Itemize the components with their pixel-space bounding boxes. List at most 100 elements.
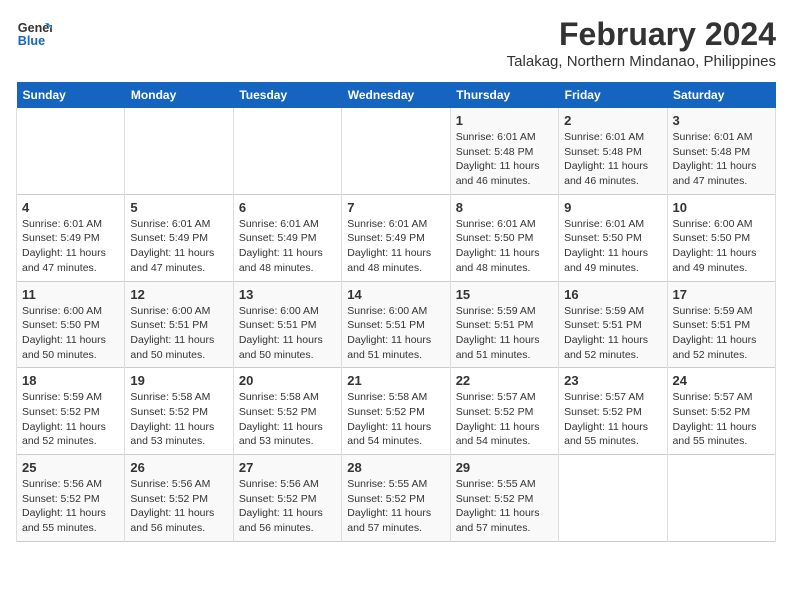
calendar-cell: 12Sunrise: 6:00 AM Sunset: 5:51 PM Dayli… — [125, 281, 233, 368]
calendar-cell: 23Sunrise: 5:57 AM Sunset: 5:52 PM Dayli… — [559, 368, 667, 455]
header-monday: Monday — [125, 82, 233, 108]
day-info: Sunrise: 5:56 AM Sunset: 5:52 PM Dayligh… — [22, 477, 119, 536]
calendar-cell: 11 Sunrise: 6:00 AM Sunset: 5:50 PM Dayli… — [17, 281, 125, 368]
calendar-cell: 3 Sunrise: 6:01 AM Sunset: 5:48 PM Daylig… — [667, 108, 775, 194]
day-info: Sunrise: 6:01 AM Sunset: 5:48 PM Dayligh… — [456, 130, 553, 189]
day-number: 4 — [22, 200, 119, 215]
calendar-cell: 25 Sunrise: 5:56 AM Sunset: 5:52 PM Dayli… — [17, 455, 125, 542]
title-block: February 2024 Talakag, Northern Mindanao… — [507, 16, 776, 70]
calendar-cell: 9 Sunrise: 6:01 AM Sunset: 5:50 PM Daylig… — [559, 194, 667, 281]
calendar-cell — [17, 108, 125, 194]
calendar-cell: 24Sunrise: 5:57 AM Sunset: 5:52 PM Dayli… — [667, 368, 775, 455]
day-number: 24 — [673, 373, 770, 388]
day-info: Sunrise: 5:59 AM Sunset: 5:51 PM Dayligh… — [456, 304, 553, 363]
page-header: General Blue February 2024 Talakag, Nort… — [16, 16, 776, 70]
calendar-cell: 20Sunrise: 5:58 AM Sunset: 5:52 PM Dayli… — [233, 368, 341, 455]
calendar-cell — [233, 108, 341, 194]
day-info: Sunrise: 6:00 AM Sunset: 5:50 PM Dayligh… — [673, 217, 770, 276]
calendar-cell: 17 Sunrise: 5:59 AM Sunset: 5:51 PM Dayli… — [667, 281, 775, 368]
day-number: 16 — [564, 287, 661, 302]
day-number: 10 — [673, 200, 770, 215]
day-number: 3 — [673, 113, 770, 128]
header-thursday: Thursday — [450, 82, 558, 108]
day-number: 7 — [347, 200, 444, 215]
day-number: 26 — [130, 460, 227, 475]
calendar-cell — [125, 108, 233, 194]
day-number: 23 — [564, 373, 661, 388]
calendar-cell: 13Sunrise: 6:00 AM Sunset: 5:51 PM Dayli… — [233, 281, 341, 368]
week-row-4: 18 Sunrise: 5:59 AM Sunset: 5:52 PM Dayli… — [17, 368, 776, 455]
day-info: Sunrise: 5:59 AM Sunset: 5:52 PM Dayligh… — [22, 390, 119, 449]
calendar-cell: 14Sunrise: 6:00 AM Sunset: 5:51 PM Dayli… — [342, 281, 450, 368]
calendar-cell: 26 Sunrise: 5:56 AM Sunset: 5:52 PM Dayli… — [125, 455, 233, 542]
day-info: Sunrise: 6:01 AM Sunset: 5:49 PM Dayligh… — [347, 217, 444, 276]
day-number: 22 — [456, 373, 553, 388]
week-row-3: 11 Sunrise: 6:00 AM Sunset: 5:50 PM Dayli… — [17, 281, 776, 368]
day-number: 18 — [22, 373, 119, 388]
day-number: 27 — [239, 460, 336, 475]
calendar-cell: 15 Sunrise: 5:59 AM Sunset: 5:51 PM Dayli… — [450, 281, 558, 368]
calendar-cell: 5Sunrise: 6:01 AM Sunset: 5:49 PM Daylig… — [125, 194, 233, 281]
header-wednesday: Wednesday — [342, 82, 450, 108]
day-info: Sunrise: 5:56 AM Sunset: 5:52 PM Dayligh… — [239, 477, 336, 536]
header-sunday: Sunday — [17, 82, 125, 108]
calendar-cell: 8 Sunrise: 6:01 AM Sunset: 5:50 PM Daylig… — [450, 194, 558, 281]
calendar-cell: 16 Sunrise: 5:59 AM Sunset: 5:51 PM Dayli… — [559, 281, 667, 368]
header-tuesday: Tuesday — [233, 82, 341, 108]
day-number: 11 — [22, 287, 119, 302]
header-friday: Friday — [559, 82, 667, 108]
day-number: 19 — [130, 373, 227, 388]
logo: General Blue — [16, 16, 52, 52]
calendar-cell — [667, 455, 775, 542]
header-saturday: Saturday — [667, 82, 775, 108]
day-info: Sunrise: 6:00 AM Sunset: 5:51 PM Dayligh… — [130, 304, 227, 363]
calendar-cell: 6Sunrise: 6:01 AM Sunset: 5:49 PM Daylig… — [233, 194, 341, 281]
calendar-cell: 18 Sunrise: 5:59 AM Sunset: 5:52 PM Dayli… — [17, 368, 125, 455]
calendar-cell: 19 Sunrise: 5:58 AM Sunset: 5:52 PM Dayli… — [125, 368, 233, 455]
day-number: 25 — [22, 460, 119, 475]
week-row-5: 25 Sunrise: 5:56 AM Sunset: 5:52 PM Dayli… — [17, 455, 776, 542]
week-row-1: 1 Sunrise: 6:01 AM Sunset: 5:48 PM Daylig… — [17, 108, 776, 194]
calendar-cell: 22 Sunrise: 5:57 AM Sunset: 5:52 PM Dayli… — [450, 368, 558, 455]
day-info: Sunrise: 5:59 AM Sunset: 5:51 PM Dayligh… — [673, 304, 770, 363]
calendar-cell: 1 Sunrise: 6:01 AM Sunset: 5:48 PM Daylig… — [450, 108, 558, 194]
calendar-header-row: SundayMondayTuesdayWednesdayThursdayFrid… — [17, 82, 776, 108]
day-number: 2 — [564, 113, 661, 128]
day-info: Sunrise: 5:58 AM Sunset: 5:52 PM Dayligh… — [347, 390, 444, 449]
day-info: Sunrise: 6:01 AM Sunset: 5:50 PM Dayligh… — [564, 217, 661, 276]
day-info: Sunrise: 6:01 AM Sunset: 5:49 PM Dayligh… — [239, 217, 336, 276]
calendar-cell: 29 Sunrise: 5:55 AM Sunset: 5:52 PM Dayli… — [450, 455, 558, 542]
calendar-cell: 10 Sunrise: 6:00 AM Sunset: 5:50 PM Dayli… — [667, 194, 775, 281]
day-info: Sunrise: 6:00 AM Sunset: 5:50 PM Dayligh… — [22, 304, 119, 363]
day-number: 8 — [456, 200, 553, 215]
day-info: Sunrise: 5:57 AM Sunset: 5:52 PM Dayligh… — [456, 390, 553, 449]
day-number: 29 — [456, 460, 553, 475]
day-info: Sunrise: 6:01 AM Sunset: 5:49 PM Dayligh… — [22, 217, 119, 276]
week-row-2: 4 Sunrise: 6:01 AM Sunset: 5:49 PM Daylig… — [17, 194, 776, 281]
day-number: 14 — [347, 287, 444, 302]
day-info: Sunrise: 6:01 AM Sunset: 5:48 PM Dayligh… — [564, 130, 661, 189]
day-info: Sunrise: 5:56 AM Sunset: 5:52 PM Dayligh… — [130, 477, 227, 536]
day-info: Sunrise: 5:59 AM Sunset: 5:51 PM Dayligh… — [564, 304, 661, 363]
day-info: Sunrise: 6:01 AM Sunset: 5:48 PM Dayligh… — [673, 130, 770, 189]
month-title: February 2024 — [507, 16, 776, 53]
location-subtitle: Talakag, Northern Mindanao, Philippines — [507, 53, 776, 70]
calendar-cell: 7 Sunrise: 6:01 AM Sunset: 5:49 PM Daylig… — [342, 194, 450, 281]
calendar-cell: 28 Sunrise: 5:55 AM Sunset: 5:52 PM Dayli… — [342, 455, 450, 542]
day-info: Sunrise: 6:01 AM Sunset: 5:49 PM Dayligh… — [130, 217, 227, 276]
day-info: Sunrise: 5:55 AM Sunset: 5:52 PM Dayligh… — [456, 477, 553, 536]
day-info: Sunrise: 5:55 AM Sunset: 5:52 PM Dayligh… — [347, 477, 444, 536]
day-number: 9 — [564, 200, 661, 215]
logo-icon: General Blue — [16, 16, 52, 52]
calendar-cell: 4 Sunrise: 6:01 AM Sunset: 5:49 PM Daylig… — [17, 194, 125, 281]
day-number: 15 — [456, 287, 553, 302]
calendar-cell — [342, 108, 450, 194]
day-info: Sunrise: 5:58 AM Sunset: 5:52 PM Dayligh… — [130, 390, 227, 449]
day-number: 1 — [456, 113, 553, 128]
day-number: 17 — [673, 287, 770, 302]
day-number: 13 — [239, 287, 336, 302]
day-number: 28 — [347, 460, 444, 475]
calendar-cell — [559, 455, 667, 542]
day-info: Sunrise: 6:01 AM Sunset: 5:50 PM Dayligh… — [456, 217, 553, 276]
calendar-table: SundayMondayTuesdayWednesdayThursdayFrid… — [16, 82, 776, 542]
